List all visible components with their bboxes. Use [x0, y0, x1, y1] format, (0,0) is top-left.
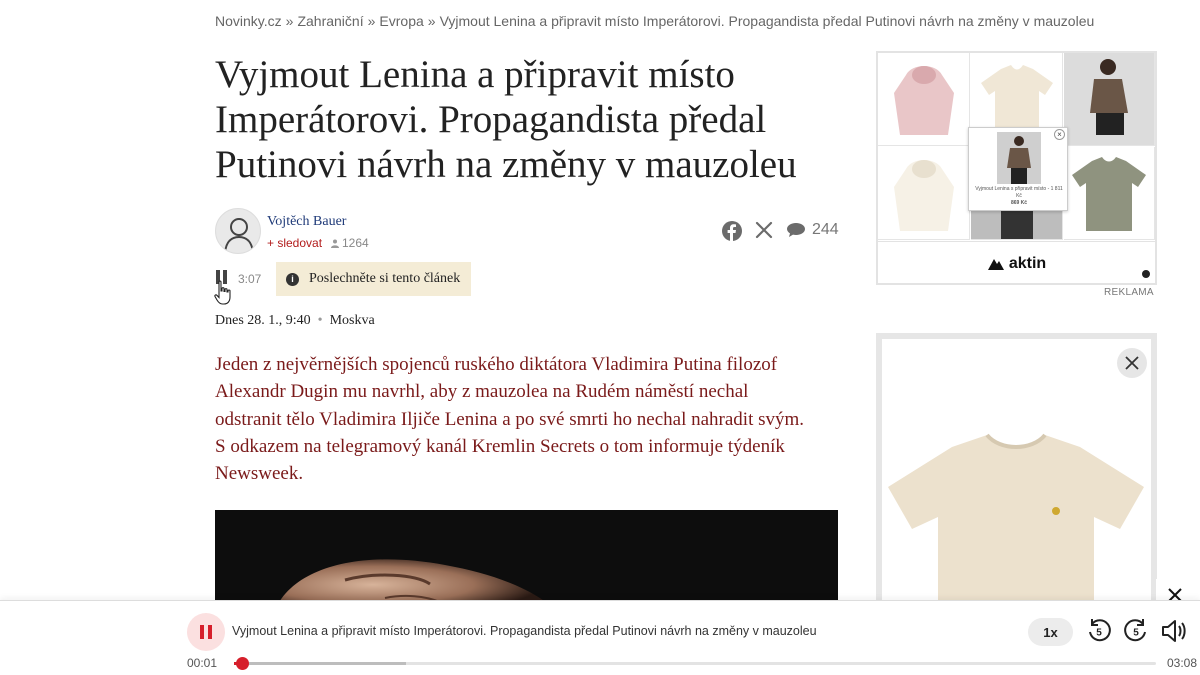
forward-button[interactable]: 5: [1123, 618, 1149, 649]
aktin-logo-icon: [987, 258, 1004, 270]
ad-close-button[interactable]: [1117, 348, 1147, 378]
breadcrumb: Novinky.cz» Zahraniční» Evropa» Vyjmout Len…: [215, 13, 1094, 29]
author-name-link[interactable]: Vojtěch Bauer: [267, 214, 346, 230]
comment-count: 244: [812, 221, 839, 238]
rewind-5-icon: 5: [1089, 619, 1111, 642]
close-icon[interactable]: ×: [1054, 129, 1065, 140]
breadcrumb-home[interactable]: Novinky.cz: [215, 13, 282, 29]
player-buffered: [234, 662, 406, 665]
ad-product-grid: × Vyjmout Lenina s připravit místo - 1 8…: [878, 53, 1155, 240]
ad-product-pink-hoodie[interactable]: [878, 53, 970, 146]
ad-product-popup[interactable]: × Vyjmout Lenina s připravit místo - 1 8…: [968, 127, 1068, 211]
listen-label: Poslechněte si tento článek: [309, 271, 461, 286]
title-line: Putinovi návrh na změny v mauzoleu: [215, 143, 797, 186]
article-perex: Jeden z nejvěrnějších spojenců ruského d…: [215, 351, 840, 487]
pause-bar: [200, 625, 204, 639]
forward-seconds: 5: [1133, 628, 1139, 639]
hand-cursor-icon: [214, 280, 231, 305]
breadcrumb-separator: »: [427, 13, 436, 29]
followers-value: 1264: [342, 236, 369, 250]
breadcrumb-separator: »: [285, 13, 294, 29]
title-line: Imperátorovi. Propagandista předal: [215, 98, 767, 141]
x-icon: [755, 221, 773, 239]
pause-bar: [208, 625, 212, 639]
player-total-time: 03:08: [1167, 656, 1198, 670]
ad-popup-text: Vyjmout Lenina s připravit místo - 1 811…: [975, 186, 1063, 206]
comments-icon: [787, 223, 805, 237]
perex-line: Jeden z nejvěrnějších spojenců ruského d…: [215, 354, 778, 375]
author-avatar[interactable]: [215, 208, 261, 254]
ad-label: REKLAMA: [1104, 287, 1154, 298]
ad-brand-logo[interactable]: aktin: [878, 241, 1155, 285]
breadcrumb-europe[interactable]: Evropa: [379, 13, 423, 29]
perex-line: S odkazem na telegramový kanál Kremlin S…: [215, 435, 785, 457]
ad-tshirt-image: [888, 433, 1144, 613]
breadcrumb-current: Vyjmout Lenina a připravit místo Imperát…: [439, 13, 1095, 29]
share-x-button[interactable]: [755, 221, 773, 239]
facebook-icon: [722, 221, 742, 241]
volume-icon: [1162, 620, 1186, 642]
dateline-dot: •: [317, 313, 323, 328]
rewind-seconds: 5: [1096, 628, 1102, 639]
comments-button[interactable]: 244: [786, 221, 839, 239]
player-progress-bar[interactable]: [234, 657, 1156, 670]
info-icon: i: [286, 272, 299, 286]
advertisement-bottom[interactable]: [876, 333, 1157, 613]
rewind-button[interactable]: 5: [1086, 618, 1112, 649]
title-line: Vyjmout Lenina a připravit místo: [215, 53, 735, 96]
article-dateline: Dnes 28. 1., 9:40 • Moskva: [215, 313, 375, 329]
perex-line: Alexandr Dugin mu navrhl, aby z mauzolea…: [215, 381, 749, 403]
breadcrumb-world[interactable]: Zahraniční: [297, 13, 363, 29]
player-seek-handle[interactable]: [236, 657, 249, 670]
article-photo[interactable]: [215, 510, 838, 610]
perex-line: odstranit tělo Vladimira Iljiče Lenina a…: [215, 408, 805, 430]
player-title: Vyjmout Lenina a připravit místo Imperát…: [232, 624, 817, 638]
audio-player: Vyjmout Lenina a připravit místo Imperát…: [0, 600, 1200, 675]
player-current-time: 00:01: [187, 656, 218, 670]
advertisement-top[interactable]: × Vyjmout Lenina s připravit místo - 1 8…: [876, 51, 1157, 285]
share-facebook-button[interactable]: [722, 221, 742, 241]
ad-product-white-hoodie[interactable]: [878, 147, 970, 240]
ad-product-model-brown[interactable]: [1064, 53, 1155, 146]
volume-button[interactable]: [1160, 617, 1186, 650]
article-audio-duration: 3:07: [238, 272, 262, 286]
perex-line: Newsweek.: [215, 463, 304, 485]
listen-to-article-button[interactable]: i Poslechněte si tento článek: [276, 262, 471, 296]
follow-author-button[interactable]: + sledovat: [267, 236, 322, 250]
article-location: Moskva: [329, 313, 375, 328]
article-title: Vyjmout Lenina a připravit místo Imperát…: [215, 52, 855, 187]
article-date: Dnes 28. 1., 9:40: [215, 313, 311, 328]
close-icon: [1125, 356, 1139, 370]
playback-speed-button[interactable]: 1x: [1028, 618, 1073, 646]
ad-brand-name: aktin: [1008, 254, 1047, 272]
ad-product-green-tee[interactable]: [1064, 147, 1155, 240]
followers-count: 1264: [331, 236, 369, 250]
person-icon: [331, 239, 339, 248]
player-pause-button[interactable]: [187, 613, 225, 651]
forward-5-icon: 5: [1124, 619, 1146, 642]
breadcrumb-separator: »: [367, 13, 376, 29]
ad-choices-icon[interactable]: [1141, 269, 1151, 279]
